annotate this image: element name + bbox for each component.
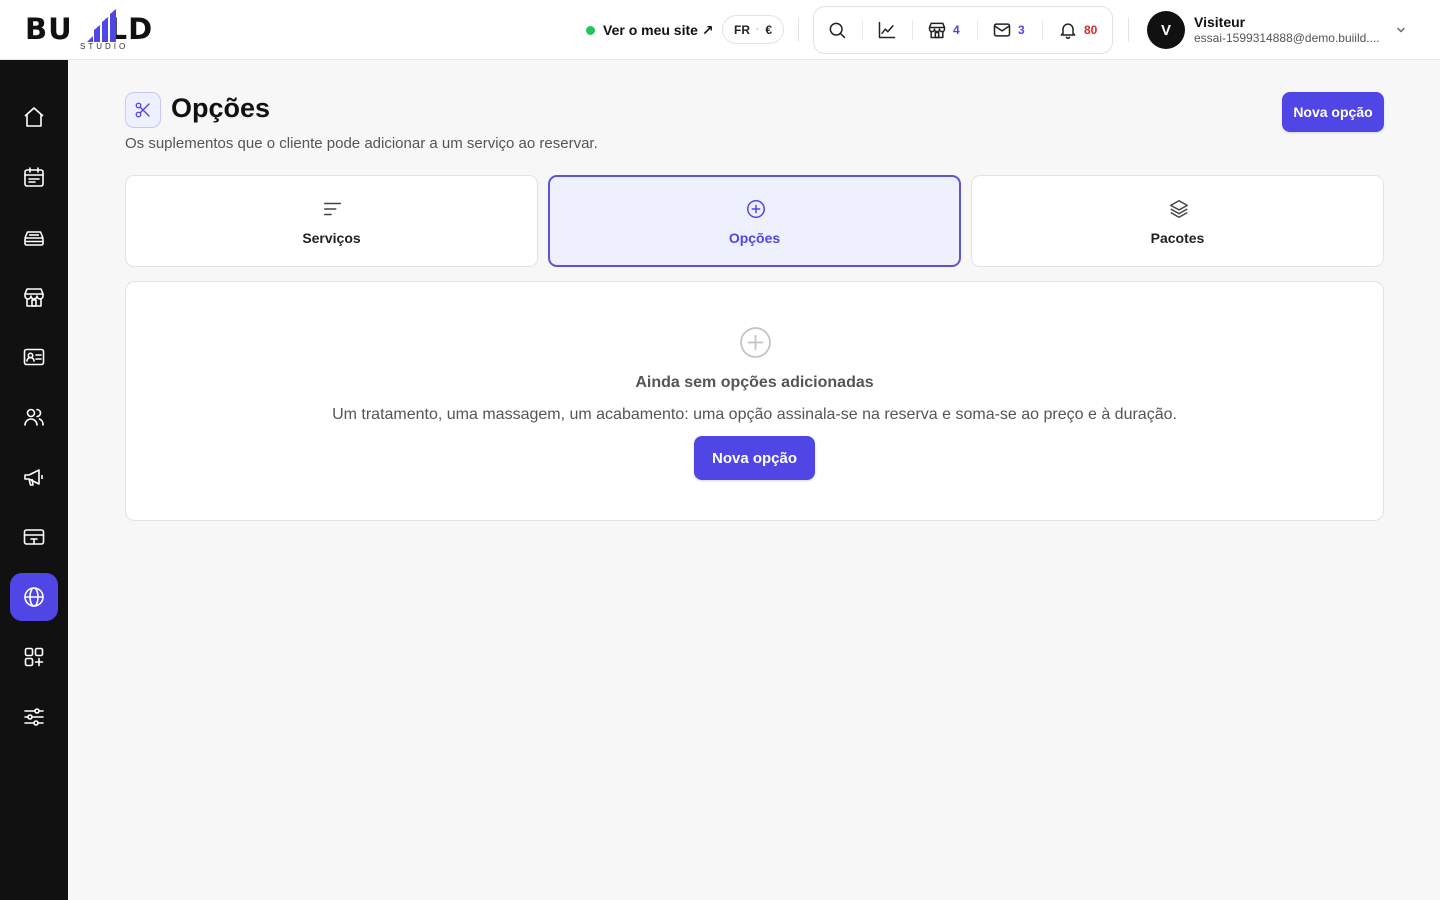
apps-icon [24, 647, 44, 667]
brand-logo[interactable]: BU LD STUDIO [25, 8, 185, 52]
new-option-button[interactable]: Nova opção [1282, 92, 1384, 132]
analytics-button[interactable] [877, 7, 897, 53]
empty-state-title: Ainda sem opções adicionadas [635, 374, 874, 391]
sidebar-item-website[interactable] [10, 573, 58, 621]
pill-separator: · [755, 24, 760, 35]
avatar: V [1147, 11, 1185, 49]
toolbar-group: 4 3 80 [813, 6, 1113, 54]
sidebar-item-contacts[interactable] [10, 333, 58, 381]
sidebar-item-users[interactable] [10, 393, 58, 441]
plus-circle-icon [747, 200, 765, 218]
page-icon-badge [125, 92, 161, 128]
new-option-button[interactable]: Nova opção [694, 436, 815, 480]
users-icon [24, 408, 44, 426]
sidebar-item-settings[interactable] [10, 693, 58, 741]
storefront-icon [928, 22, 946, 39]
logo-text-left: BU [25, 12, 73, 46]
shop-count: 4 [953, 23, 960, 37]
notifications-button[interactable]: 80 [1058, 7, 1097, 53]
sidebar-item-inbox[interactable] [10, 213, 58, 261]
chart-line-icon [878, 21, 896, 39]
payment-card-icon [23, 529, 45, 545]
tab-packages[interactable]: Pacotes [971, 175, 1384, 267]
sidebar-item-marketing[interactable] [10, 453, 58, 501]
divider [912, 20, 913, 40]
plus-circle-icon [740, 327, 771, 358]
empty-state-card: Ainda sem opções adicionadas Um tratamen… [125, 281, 1384, 521]
messages-button[interactable]: 3 [992, 7, 1025, 53]
language-code: FR [733, 22, 750, 37]
divider [798, 18, 799, 42]
storefront-icon [24, 288, 44, 307]
search-button[interactable] [827, 7, 847, 53]
tab-label: Opções [728, 230, 781, 246]
calendar-icon [24, 167, 44, 187]
inbox-stack-icon [24, 231, 44, 246]
language-currency-switch[interactable]: FR · € [722, 15, 784, 44]
divider [862, 20, 863, 40]
notifications-count: 80 [1084, 23, 1098, 37]
search-icon [829, 22, 846, 39]
home-icon [24, 107, 44, 127]
logo-bars-icon [87, 9, 116, 42]
sidebar-item-apps[interactable] [10, 633, 58, 681]
mail-icon [993, 23, 1011, 37]
globe-icon [24, 587, 44, 607]
chevron-down-icon [1397, 27, 1405, 33]
page-subtitle: Os suplementos que o cliente pode adicio… [125, 135, 598, 152]
view-site-label: Ver o meu site ↗ [603, 21, 714, 38]
page-title: Opções [171, 93, 271, 123]
tab-services[interactable]: Serviços [125, 175, 538, 267]
view-site-link[interactable]: Ver o meu site ↗ [586, 19, 714, 41]
sidebar [0, 60, 68, 900]
divider [977, 20, 978, 40]
user-email: essai-1599314888@demo.buiild.... [1194, 31, 1380, 45]
megaphone-icon [24, 469, 43, 486]
scissors-icon [135, 102, 150, 118]
tab-label: Serviços [302, 230, 361, 246]
messages-count: 3 [1018, 23, 1025, 37]
currency-symbol: € [765, 22, 773, 37]
sliders-icon [24, 708, 44, 726]
top-bar: BU LD STUDIO Ver o meu site ↗ FR · € 4 3… [0, 0, 1440, 60]
sidebar-item-calendar[interactable] [10, 153, 58, 201]
divider [1042, 20, 1043, 40]
sidebar-item-home[interactable] [10, 93, 58, 141]
shop-button[interactable]: 4 [927, 7, 960, 53]
divider [1128, 18, 1129, 42]
online-status-dot [586, 25, 595, 35]
tab-label: Pacotes [1150, 230, 1205, 246]
logo-subtitle: STUDIO [80, 42, 129, 51]
contact-card-icon [23, 348, 45, 366]
tab-options[interactable]: Opções [548, 175, 961, 267]
user-menu[interactable]: V Visiteur essai-1599314888@demo.buiild.… [1147, 11, 1407, 49]
sidebar-item-payments[interactable] [10, 513, 58, 561]
layers-icon [1170, 200, 1188, 218]
sidebar-item-shop[interactable] [10, 273, 58, 321]
user-name: Visiteur [1194, 14, 1246, 30]
empty-state-description: Um tratamento, uma massagem, um acabamen… [332, 406, 1177, 423]
bell-icon [1060, 23, 1076, 40]
lines-icon [324, 202, 342, 216]
